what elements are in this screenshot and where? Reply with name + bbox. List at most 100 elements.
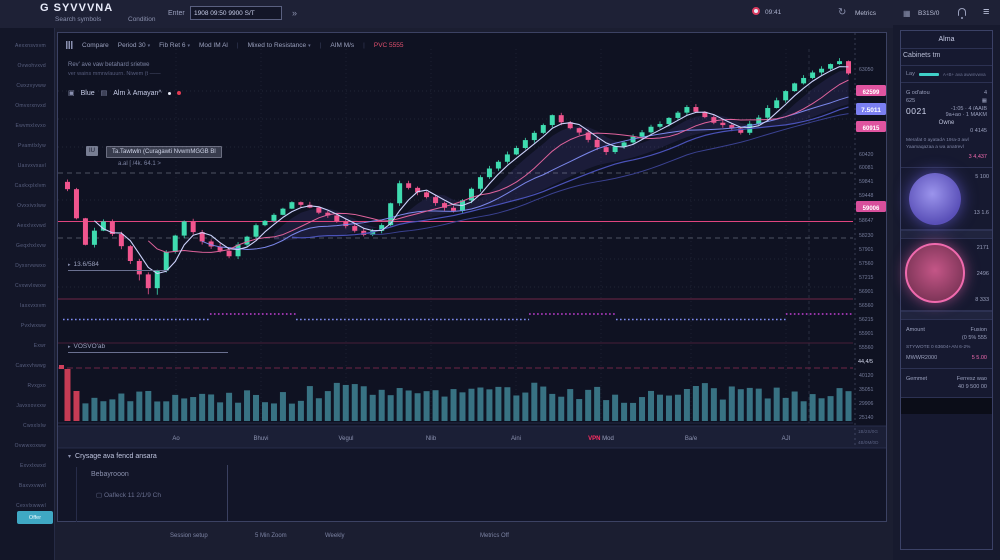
svg-text:56215: 56215 xyxy=(859,317,874,323)
checkbox-icon[interactable]: ▢ xyxy=(96,492,102,499)
svg-text:Nlib: Nlib xyxy=(426,436,437,442)
lower-inner-row[interactable]: ▢ Oafleck 11 2/1/9 Ch xyxy=(96,491,161,499)
sidebar-item[interactable]: Ovwohvxvd xyxy=(0,56,54,76)
offer-button[interactable]: Offer xyxy=(17,511,53,524)
account-id[interactable]: B31S/0 xyxy=(918,10,939,17)
grid-icon[interactable]: ▣ xyxy=(68,89,75,97)
refresh-icon[interactable]: ↻ xyxy=(838,7,846,18)
pink-donut-section: 2171 2496 8 333 xyxy=(901,239,992,311)
status-bar-item[interactable]: 5 Min Zoom xyxy=(255,533,287,539)
svg-text:Ao: Ao xyxy=(172,436,180,442)
svg-text:VPN Mod: VPN Mod xyxy=(588,436,614,442)
order-entry-input[interactable] xyxy=(190,6,282,20)
sidebar-item[interactable]: Javxxovxxw xyxy=(0,396,54,416)
list-icon[interactable]: ▦ xyxy=(982,98,987,104)
donut1-value1: 5 100 xyxy=(975,174,989,180)
sidebar-item[interactable]: Cwxzvyvww xyxy=(0,76,54,96)
indicator-tooltip[interactable]: Ta.Tawtwln (Curagawti NvwmMGGB Bl xyxy=(106,146,222,158)
copy-icon[interactable]: ▤ xyxy=(101,89,108,97)
stats-row[interactable]: 625 xyxy=(906,98,915,104)
chart-panel: 63050625997.5011609156042060081598415944… xyxy=(57,32,887,522)
amount-value: (0 5% 555 xyxy=(962,335,987,341)
sidebar-item[interactable]: Dyxxrvwwxo xyxy=(0,256,54,276)
chart-type-icon[interactable] xyxy=(66,41,73,49)
stats-minor: -1:05 · 4 /AAIB 9a+ao · 1 MAKM xyxy=(946,106,987,118)
toolbar-item[interactable]: Compare xyxy=(82,42,109,49)
sidebar-item[interactable]: Exvxlxwxd xyxy=(0,456,54,476)
svg-text:57901: 57901 xyxy=(859,247,874,253)
bell-icon[interactable] xyxy=(958,8,966,16)
chevron-down-icon[interactable]: ▾ xyxy=(68,454,71,460)
divider-band xyxy=(901,311,992,320)
apps-grid-icon[interactable]: ▦ xyxy=(903,9,911,18)
toolbar-item[interactable]: Mixed to Resistance▾ xyxy=(248,42,311,49)
toolbar-item[interactable]: Fib Ret 6▾ xyxy=(159,42,190,49)
sidebar-item[interactable]: Pvamtlxlyw xyxy=(0,136,54,156)
status-bar-item[interactable]: Weekly xyxy=(325,533,345,539)
chart-toolbar: Compare Period 30▾ Fib Ret 6▾ Mod IM Al | Mix… xyxy=(66,38,404,52)
toolbar-item[interactable]: Mod IM Al xyxy=(199,42,228,49)
metrics-button[interactable]: Metrics xyxy=(855,10,876,17)
lower-section-header[interactable]: ▾Crysage ava fencd ansara xyxy=(68,453,157,460)
svg-text:35051: 35051 xyxy=(859,387,874,393)
status-bar-item[interactable]: Session setup xyxy=(170,533,208,539)
volume-indicator-label[interactable]: ▸ VOSVO'ab xyxy=(68,343,228,353)
lower-left-divider xyxy=(76,467,77,522)
sidebar-item[interactable]: Exwr xyxy=(0,336,54,356)
toolbar-item[interactable]: Period 30▾ xyxy=(118,42,150,49)
purple-donut-chart[interactable] xyxy=(909,173,961,225)
sidebar-item[interactable]: Caxkxplxlvm xyxy=(0,176,54,196)
indicator-badge[interactable]: IU xyxy=(86,146,98,156)
volume-indicator-text: VOSVO'ab xyxy=(74,343,106,350)
clock-time: 09:41 xyxy=(765,9,781,16)
sidebar-item[interactable]: Ovwwxoxww xyxy=(0,436,54,456)
midpane-indicator-label[interactable]: ▸ 13.6/584 xyxy=(68,261,168,271)
sidebar-item[interactable]: Cawxvhwwg xyxy=(0,356,54,376)
menu-icon[interactable]: ≡ xyxy=(983,6,989,18)
panel-subtitle[interactable]: Cabinets tm xyxy=(901,49,992,66)
sidebar-item[interactable]: Iaxxvxxvm xyxy=(0,296,54,316)
nav-condition[interactable]: Condition xyxy=(128,16,155,23)
sidebar-item[interactable]: Pvxlwxww xyxy=(0,316,54,336)
lay-row[interactable]: Lay A+B+ ava awwnvwva xyxy=(901,66,992,83)
svg-text:55560: 55560 xyxy=(859,345,874,351)
red-dot-icon xyxy=(177,91,181,95)
svg-text:55901: 55901 xyxy=(859,331,874,337)
sidebar-item[interactable]: Geqxhxlxvw xyxy=(0,236,54,256)
sidebar-item[interactable]: Cvxwvlxwxw xyxy=(0,276,54,296)
amount-label2: MWWR2000 xyxy=(906,355,937,361)
status-bar-item[interactable]: Metrics Off xyxy=(480,533,509,539)
sidebar-item[interactable]: Ovxxivxlww xyxy=(0,196,54,216)
flag-icon: ▸ xyxy=(68,344,71,350)
toolbar-item[interactable]: AIM M/s xyxy=(330,42,354,49)
sidebar-item[interactable]: Uaxvxvxavl xyxy=(0,156,54,176)
svg-text:Aini: Aini xyxy=(511,436,521,442)
sidebar-item[interactable]: Omvxrxnvxd xyxy=(0,96,54,116)
panel-title: Alma xyxy=(901,31,992,49)
location-pin-icon[interactable] xyxy=(752,7,760,15)
stats-section: G od'atou4 625▦ 0021 -1:05 · 4 /AAIB 9a+… xyxy=(901,83,992,168)
sidebar-item[interactable]: Cwxxlxlw xyxy=(0,416,54,436)
white-dot-icon xyxy=(168,92,171,95)
chevrons-icon[interactable]: » xyxy=(292,8,297,18)
series-name: Alm λ Amayan^ xyxy=(113,90,161,97)
sidebar-item[interactable]: Rvxgxo xyxy=(0,376,54,396)
pink-donut-chart[interactable] xyxy=(905,243,965,303)
stats-mid-value: 0 4145 xyxy=(970,128,987,134)
toolbar-separator: | xyxy=(320,42,322,49)
svg-text:1B/2S/0G: 1B/2S/0G xyxy=(858,429,878,434)
sidebar-item[interactable]: Aexxnsvxvm xyxy=(0,36,54,56)
svg-text:60081: 60081 xyxy=(859,165,874,171)
sidebar-item[interactable]: Baxvxvwwl xyxy=(0,476,54,496)
price-chart[interactable]: 63050625997.5011609156042060081598415944… xyxy=(58,33,886,521)
sidebar-item[interactable]: Aexxlvxvwd xyxy=(0,216,54,236)
toolbar-item[interactable]: PVC 5555 xyxy=(374,42,404,49)
toolbar-separator: | xyxy=(237,42,239,49)
amount-section: AmountFusion (0 5% 555 STYWOTE 0 63604+A… xyxy=(901,320,992,368)
sidebar-item[interactable]: Ewvmxlxvxo xyxy=(0,116,54,136)
stats-big-value: 0021 xyxy=(906,106,927,118)
order-entry-label: Enter xyxy=(168,10,185,17)
nav-search-symbols[interactable]: Search symbols xyxy=(55,16,101,23)
gemmet-label: Gemmet xyxy=(906,376,927,382)
trading-app: G SYVVVNA Search symbols Condition Enter… xyxy=(0,0,1000,560)
